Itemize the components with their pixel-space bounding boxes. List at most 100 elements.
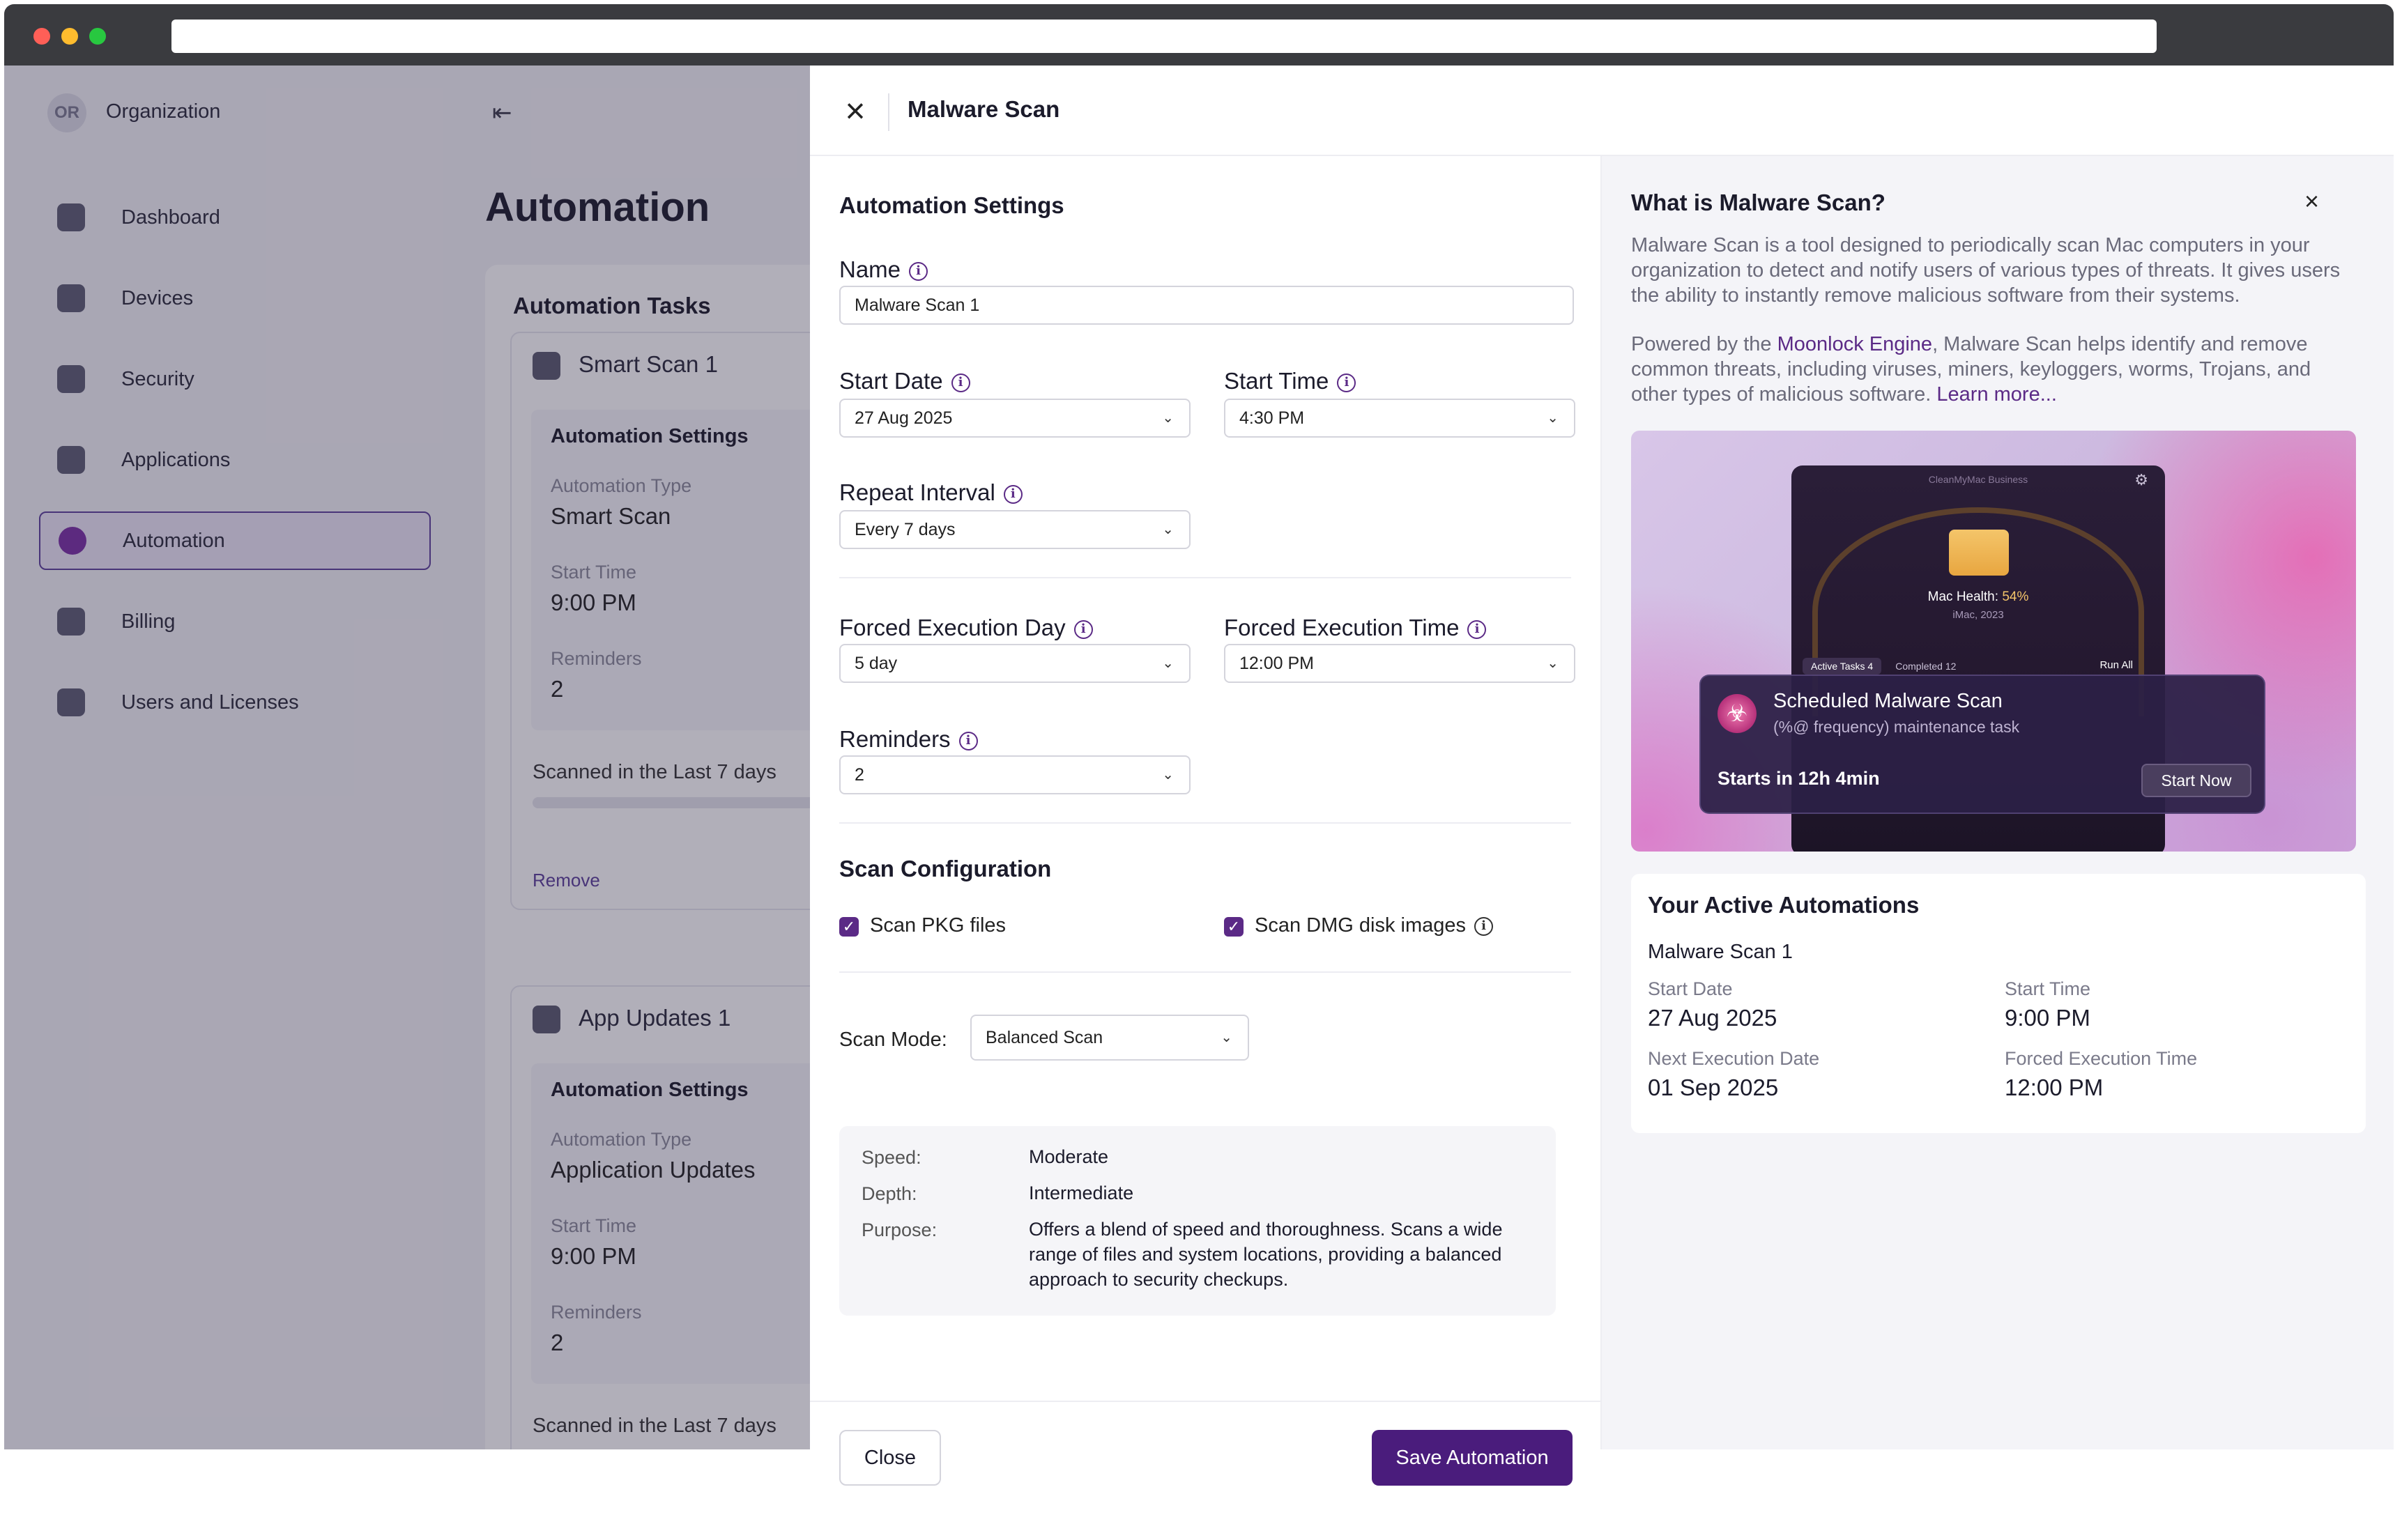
mac-model: iMac, 2023 <box>1952 609 2004 621</box>
start-date-label: Start Date i <box>839 368 970 394</box>
next-execution-date-label: Next Execution Date <box>1648 1048 1820 1069</box>
malware-scan-modal: × Malware Scan Automation Settings Name i… <box>810 66 2394 1486</box>
active-tasks-tab: Active Tasks 4 <box>1803 658 1882 675</box>
reminders-select[interactable]: 2 ⌄ <box>839 755 1191 794</box>
start-time-value: 9:00 PM <box>2005 1005 2090 1031</box>
info-icon[interactable]: i <box>909 261 928 281</box>
start-date-select[interactable]: 27 Aug 2025 ⌄ <box>839 399 1191 438</box>
address-bar[interactable] <box>171 20 2157 53</box>
close-button[interactable]: Close <box>839 1430 941 1486</box>
reminders-value: 2 <box>855 765 864 785</box>
window-close-button[interactable] <box>33 28 50 45</box>
start-date-value: 27 Aug 2025 <box>1648 1005 1777 1031</box>
product-preview-image: CleanMyMac Business ⚙ Mac Health: 54% iM… <box>1631 431 2356 852</box>
forced-time-value: 12:00 PM <box>1239 654 1315 673</box>
start-date-value: 27 Aug 2025 <box>855 408 953 428</box>
purpose-label: Purpose: <box>862 1219 938 1240</box>
scan-pkg-checkbox[interactable]: ✓ <box>839 917 859 937</box>
scan-configuration-title: Scan Configuration <box>839 856 1052 881</box>
info-powered-by: Powered by the Moonlock Engine, Malware … <box>1631 332 2356 407</box>
forced-execution-time-label: Forced Execution Time <box>2005 1048 2198 1069</box>
chevron-down-icon: ⌄ <box>1162 656 1174 671</box>
info-icon[interactable]: i <box>1337 373 1356 392</box>
scan-mode-label: Scan Mode: <box>839 1029 947 1051</box>
scheduled-scan-notification: ☣ Scheduled Malware Scan (%@ frequency) … <box>1699 675 2265 814</box>
info-description: Malware Scan is a tool designed to perio… <box>1631 234 2341 307</box>
info-icon[interactable]: i <box>958 731 978 750</box>
chevron-down-icon: ⌄ <box>1547 656 1559 671</box>
scan-dmg-label-text: Scan DMG disk images <box>1255 914 1466 937</box>
notification-countdown: Starts in 12h 4min <box>1718 768 1880 789</box>
powered-by-prefix: Powered by the <box>1631 333 1777 355</box>
forced-day-value: 5 day <box>855 654 898 673</box>
modal-title: Malware Scan <box>908 96 1060 122</box>
info-icon[interactable]: i <box>1073 619 1093 639</box>
window-zoom-button[interactable] <box>89 28 106 45</box>
close-icon[interactable]: × <box>838 93 873 128</box>
name-label-text: Name <box>839 256 901 282</box>
learn-more-link[interactable]: Learn more... <box>1936 383 2056 406</box>
repeat-interval-label: Repeat Interval i <box>839 479 1023 506</box>
start-time-label: Start Time <box>2005 978 2091 999</box>
forced-execution-time-label: Forced Execution Time i <box>1224 615 1487 641</box>
start-time-label: Start Time i <box>1224 368 1356 394</box>
forced-day-label-text: Forced Execution Day <box>839 615 1066 640</box>
forced-execution-time-select[interactable]: 12:00 PM ⌄ <box>1224 644 1575 683</box>
section-divider <box>839 971 1571 973</box>
speed-label: Speed: <box>862 1147 921 1168</box>
modal-header: × Malware Scan <box>810 66 2394 156</box>
browser-window-chrome <box>4 4 2394 66</box>
forced-execution-day-select[interactable]: 5 day ⌄ <box>839 644 1191 683</box>
info-icon[interactable]: i <box>1474 916 1493 936</box>
modal-backdrop[interactable] <box>4 66 810 1449</box>
forced-execution-day-label: Forced Execution Day i <box>839 615 1093 641</box>
forced-time-label-text: Forced Execution Time <box>1224 615 1460 640</box>
mac-health-value: 54% <box>2002 590 2029 604</box>
start-date-label: Start Date <box>1648 978 1733 999</box>
info-icon[interactable]: i <box>1003 484 1023 504</box>
notification-subtitle: (%@ frequency) maintenance task <box>1773 718 2020 736</box>
header-divider <box>888 93 889 131</box>
scan-mode-select[interactable]: Balanced Scan ⌄ <box>970 1015 1249 1061</box>
active-automation-name: Malware Scan 1 <box>1648 941 1793 963</box>
chevron-down-icon: ⌄ <box>1547 410 1559 426</box>
info-side-panel: What is Malware Scan? × Malware Scan is … <box>1600 156 2394 1449</box>
scan-dmg-label[interactable]: Scan DMG disk images i <box>1255 914 1493 937</box>
mac-health: Mac Health: 54% <box>1791 590 2165 605</box>
close-icon[interactable]: × <box>2304 187 2319 216</box>
preview-tabs: Active Tasks 4 Completed 12 <box>1803 658 1956 675</box>
chevron-down-icon: ⌄ <box>1162 410 1174 426</box>
chevron-down-icon: ⌄ <box>1162 522 1174 537</box>
app-name: CleanMyMac Business <box>1928 474 2028 485</box>
scan-mode-details: Speed: Moderate Depth: Intermediate Purp… <box>839 1126 1556 1316</box>
purpose-value: Offers a blend of speed and thoroughness… <box>1029 1219 1503 1290</box>
start-time-select[interactable]: 4:30 PM ⌄ <box>1224 399 1575 438</box>
active-automations-card: Your Active Automations Malware Scan 1 S… <box>1631 874 2366 1133</box>
next-execution-date-value: 01 Sep 2025 <box>1648 1075 1779 1100</box>
run-all-label: Run All <box>2099 659 2133 671</box>
active-automations-title: Your Active Automations <box>1648 892 1920 918</box>
repeat-interval-select[interactable]: Every 7 days ⌄ <box>839 510 1191 549</box>
start-now-button-preview: Start Now <box>2141 764 2251 797</box>
depth-value: Intermediate <box>1029 1183 1134 1203</box>
modal-footer: Close Save Automation <box>810 1401 1600 1540</box>
scan-pkg-label[interactable]: Scan PKG files <box>870 914 1006 937</box>
reminders-label: Reminders i <box>839 726 978 753</box>
repeat-interval-label-text: Repeat Interval <box>839 479 995 505</box>
info-icon[interactable]: i <box>1467 619 1487 639</box>
window-minimize-button[interactable] <box>61 28 78 45</box>
depth-label: Depth: <box>862 1183 917 1204</box>
laptop-icon <box>1949 530 2009 576</box>
save-automation-button[interactable]: Save Automation <box>1372 1430 1573 1486</box>
name-label: Name i <box>839 256 928 283</box>
info-icon[interactable]: i <box>951 373 970 392</box>
name-input[interactable]: Malware Scan 1 <box>839 286 1574 325</box>
info-panel-title: What is Malware Scan? <box>1631 190 1885 215</box>
moonlock-engine-link[interactable]: Moonlock Engine <box>1777 333 1932 355</box>
biohazard-icon: ☣ <box>1718 694 1757 733</box>
section-divider <box>839 577 1571 578</box>
scan-dmg-checkbox[interactable]: ✓ <box>1224 917 1244 937</box>
chevron-down-icon: ⌄ <box>1162 767 1174 783</box>
start-date-label-text: Start Date <box>839 368 943 394</box>
chevron-down-icon: ⌄ <box>1221 1030 1232 1045</box>
